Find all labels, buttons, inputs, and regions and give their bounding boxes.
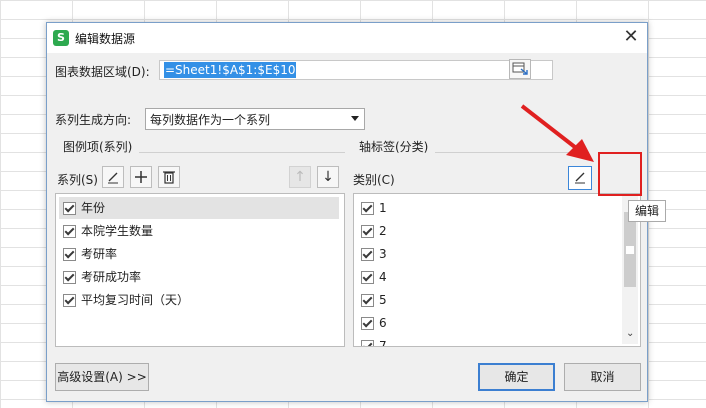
edit-categories-button[interactable] (568, 166, 592, 190)
edit-icon (575, 172, 585, 184)
annotation-arrow (520, 104, 594, 162)
edit-tooltip: 编辑 (628, 200, 666, 222)
